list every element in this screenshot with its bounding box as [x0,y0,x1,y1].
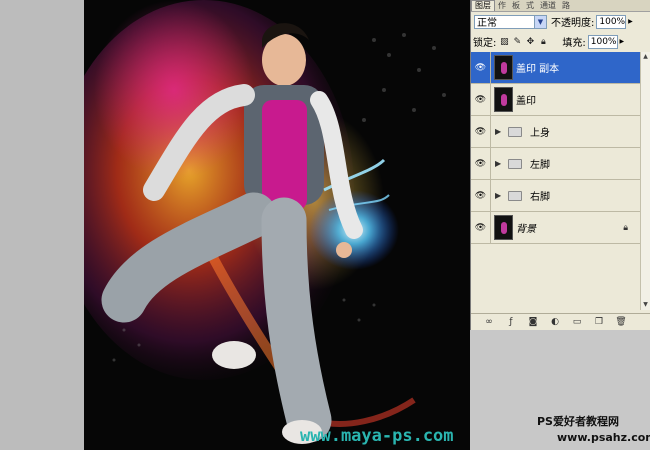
new-layer-icon[interactable]: ❐ [593,316,605,328]
eye-icon[interactable]: 👁︎ [471,51,491,84]
tab-actions[interactable]: 作 [495,1,509,11]
layer-group-right-foot[interactable]: 👁︎ ▶ 右脚 [471,179,640,212]
layer-group-upper-body[interactable]: 👁︎ ▶ 上身 [471,115,640,148]
eye-icon[interactable]: 👁︎ [471,179,491,212]
layer-mask-icon[interactable]: ◙ [527,316,539,328]
eye-icon[interactable]: 👁︎ [471,115,491,148]
layer-thumbnail [494,55,513,80]
tab-channels[interactable]: 通道 [537,1,559,11]
group-name: 上身 [530,128,550,139]
triangle-right-icon[interactable]: ▶ [495,191,503,200]
triangle-right-icon[interactable]: ▶ [495,127,503,136]
eye-icon[interactable]: 👁︎ [471,83,491,116]
canvas-background-left [0,0,84,450]
blend-mode-value: 正常 [477,18,497,29]
layers-toolbar: ∞ ƒ ◙ ◐ ▭ ❐ 🗑︎ [471,313,650,329]
adjustment-layer-icon[interactable]: ◐ [549,316,561,328]
blend-mode-select[interactable]: 正常 ▼ [474,14,547,29]
fill-input[interactable]: 100% [587,34,618,49]
lock-position-icon[interactable]: ✥ [525,37,535,47]
eye-icon[interactable]: 👁︎ [471,147,491,180]
layer-row-stamp[interactable]: 👁︎ 盖印 [471,83,640,116]
watermark-maya-ps: www.maya-ps.com [300,426,454,446]
tab-styles[interactable]: 式 [523,1,537,11]
layers-list: 👁︎ 盖印 副本 👁︎ 盖印 👁︎ ▶ 上身 👁︎ ▶ 左脚 👁︎ ▶ 右脚 👁… [471,51,640,244]
layers-scrollbar[interactable]: ▲ ▼ [640,52,650,310]
group-name: 左脚 [530,160,550,171]
chevron-down-icon[interactable]: ▼ [534,15,546,28]
scroll-up-icon[interactable]: ▲ [641,52,650,62]
new-group-icon[interactable]: ▭ [571,316,583,328]
layer-row-background[interactable]: 👁︎ 背景 🔒︎ [471,211,640,244]
artwork-illustration [84,0,470,450]
opacity-input[interactable]: 100% [596,14,627,29]
triangle-right-icon[interactable]: ▶ [495,159,503,168]
folder-icon [508,158,522,169]
eye-icon[interactable]: 👁︎ [471,211,491,244]
watermark-site-title: PS爱好者教程网 [537,415,619,428]
layers-panel: 图层 作 板 式 通道 路 正常 ▼ 不透明度: 100% ▶ 锁定: ▨ ✎ … [470,0,650,330]
folder-icon [508,126,522,137]
layer-name: 盖印 副本 [516,64,560,75]
group-name: 右脚 [530,192,550,203]
scroll-down-icon[interactable]: ▼ [641,300,650,310]
layer-row-stamp-copy[interactable]: 👁︎ 盖印 副本 [471,51,640,84]
blend-opacity-row: 正常 ▼ 不透明度: 100% ▶ [471,12,650,31]
lock-all-icon[interactable]: 🔒︎ [538,37,548,47]
trash-icon[interactable]: 🗑︎ [615,316,627,328]
opacity-spinner-icon[interactable]: ▶ [626,15,634,29]
lock-image-icon[interactable]: ✎ [512,37,522,47]
tab-swatches[interactable]: 板 [509,1,523,11]
folder-icon [508,190,522,201]
tab-layers[interactable]: 图层 [471,0,495,11]
panel-tabs: 图层 作 板 式 通道 路 [471,0,650,12]
layer-thumbnail [494,215,513,240]
layer-group-left-foot[interactable]: 👁︎ ▶ 左脚 [471,147,640,180]
layer-style-icon[interactable]: ƒ [505,316,517,328]
link-layers-icon[interactable]: ∞ [483,316,495,328]
fill-spinner-icon[interactable]: ▶ [618,35,626,49]
fill-label: 填充: [562,38,586,49]
lock-transparent-icon[interactable]: ▨ [499,37,509,47]
layer-name: 盖印 [516,96,536,107]
layer-thumbnail [494,87,513,112]
lock-label: 锁定: [473,38,497,49]
tab-paths[interactable]: 路 [559,1,573,11]
layer-name: 背景 [516,224,536,235]
canvas-artwork[interactable] [84,0,470,450]
watermark-site-url: www.psahz.com [557,431,650,444]
lock-icon: 🔒︎ [623,222,628,233]
opacity-label: 不透明度: [551,18,595,29]
lock-fill-row: 锁定: ▨ ✎ ✥ 🔒︎ 填充: 100% ▶ [471,31,650,53]
